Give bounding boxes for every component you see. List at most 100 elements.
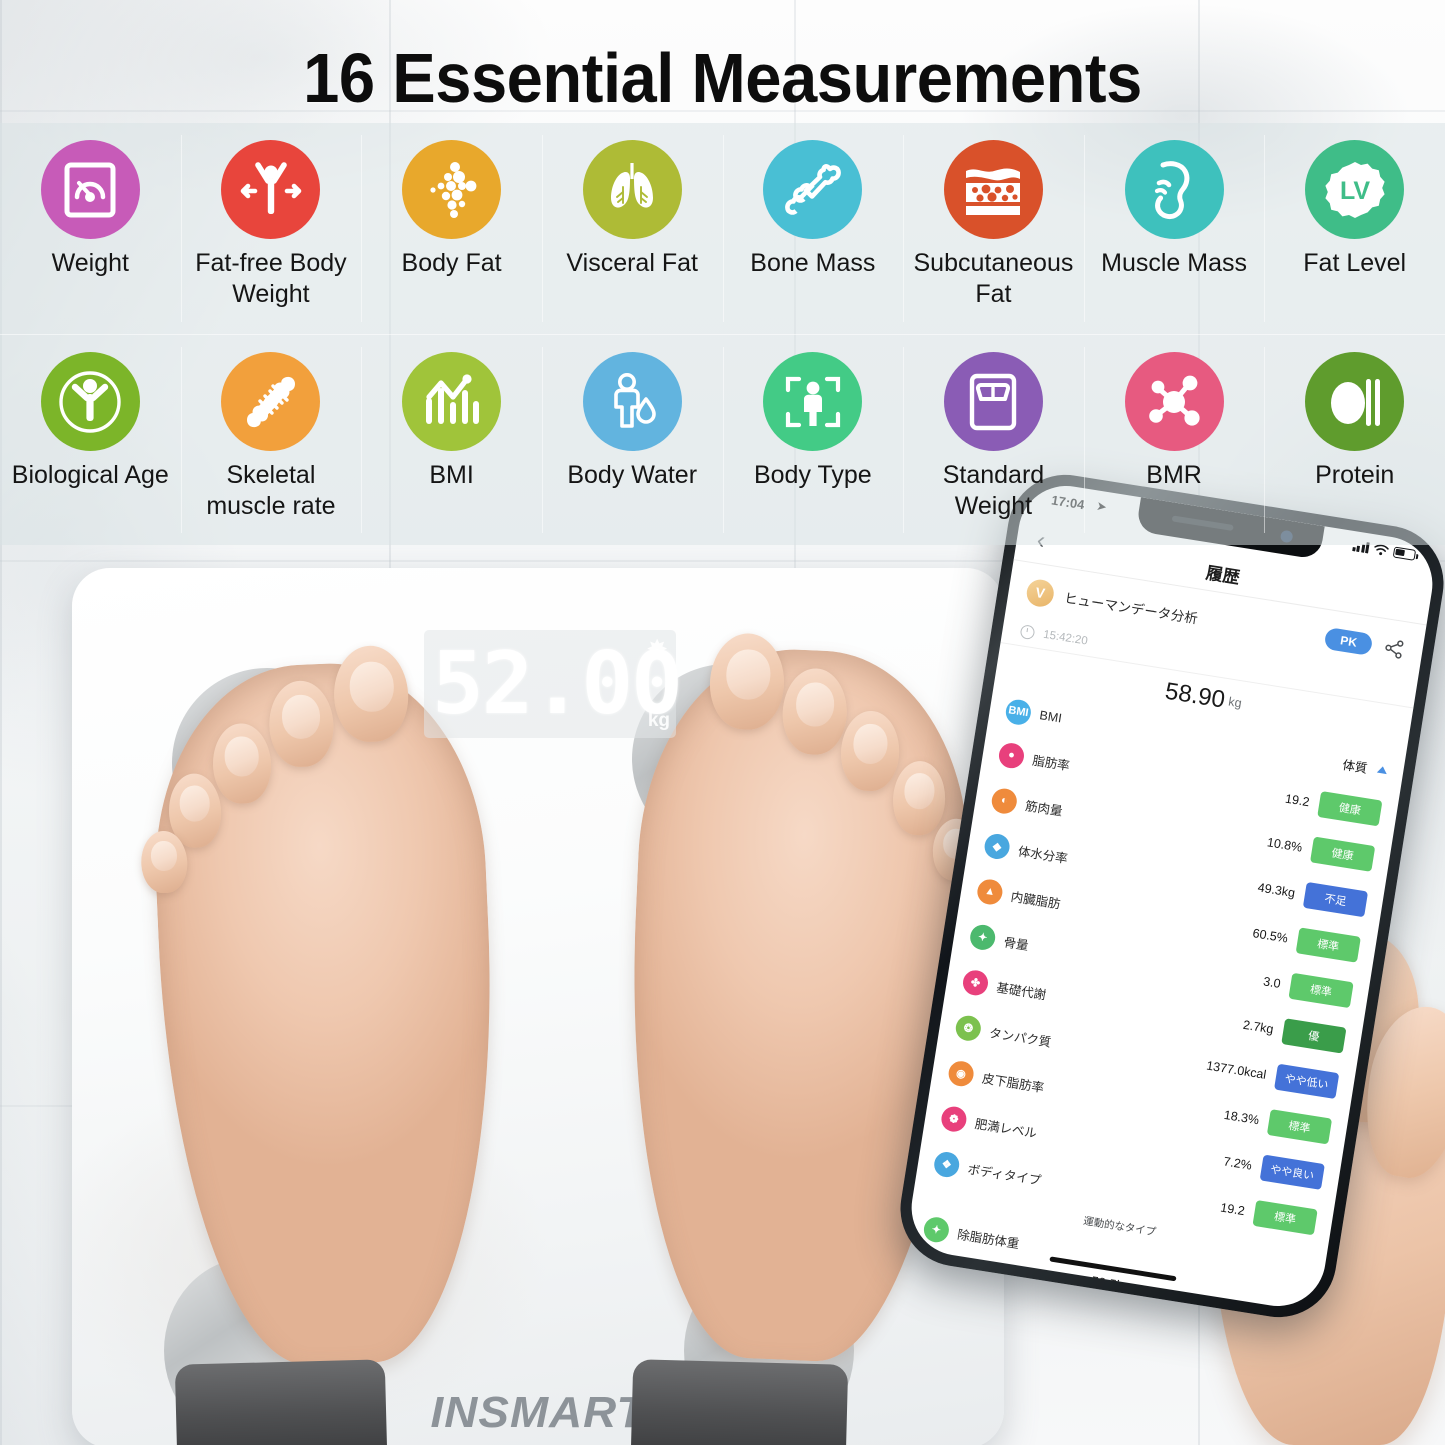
person-ring-icon [40, 352, 140, 451]
measurement-label: Bone Mass [750, 249, 876, 277]
measurement-cell: Skeletal muscle rate [180, 335, 362, 545]
row-metric-icon: ◉ [946, 1058, 976, 1088]
weight-value: 58.90 [1163, 677, 1227, 714]
row-metric-icon: ❂ [954, 1013, 983, 1043]
left-foot [139, 644, 508, 1371]
measurement-label: Biological Age [11, 461, 169, 489]
measurement-label: Muscle Mass [1101, 249, 1247, 277]
person-arrows-icon [221, 140, 321, 239]
row-value: 7.2% [1222, 1154, 1253, 1173]
row-status-badge: やや低い [1274, 1063, 1340, 1100]
row-value: 49.3kg [1256, 880, 1297, 901]
wifi-icon [1374, 544, 1389, 556]
row-value: 10.8% [1266, 835, 1304, 855]
svg-text:LV: LV [1340, 177, 1370, 205]
weight-reading: 52.00 [432, 634, 683, 734]
row-metric-icon: ✦ [968, 922, 998, 952]
row-value: 3.0 [1262, 974, 1282, 991]
measurement-label: Visceral Fat [566, 249, 698, 277]
molecule-icon [1124, 352, 1224, 451]
row-metric-icon: ✦ [922, 1214, 951, 1244]
lv-badge-icon: LV [1305, 140, 1405, 239]
bmi-icon: BMI [1004, 697, 1033, 727]
measurement-cell: Weight [0, 123, 181, 334]
row-value: 1377.0kcal [1205, 1058, 1268, 1082]
row-status-badge: 標準 [1288, 972, 1354, 1009]
battery-icon [1392, 546, 1417, 561]
measurement-cell: Body Water [541, 335, 723, 545]
person-frame-icon [763, 352, 863, 451]
fat-cells-icon [402, 140, 502, 239]
timestamp-text: 15:42:20 [1042, 628, 1089, 648]
user-avatar-icon[interactable] [1024, 577, 1056, 609]
row-status-badge: やや良い [1259, 1154, 1325, 1190]
row-value: 19.2 [1219, 1200, 1246, 1219]
measurement-label: BMR [1146, 461, 1202, 489]
row-value: 19.2 [1284, 791, 1311, 810]
row-status-badge [1243, 1273, 1306, 1293]
row-value: 2.7kg [1242, 1017, 1275, 1037]
bluetooth-icon: ✸ [646, 634, 668, 664]
measurement-label: Protein [1315, 461, 1395, 489]
page-title-heading: 16 Essential Measurements [303, 39, 1142, 117]
share-icon[interactable] [1383, 637, 1406, 660]
row-status-badge: 健康 [1309, 836, 1376, 872]
led-display-panel: 52.00 kg ✸ [424, 630, 683, 738]
weight-unit: kg [1227, 694, 1243, 711]
row-value: 60.5% [1251, 926, 1289, 946]
clock-icon [1019, 623, 1036, 640]
measurement-label: Subcutaneous Fat [913, 249, 1074, 308]
measurement-cell: LV Fat Level [1264, 123, 1445, 334]
measurements-panel: Weight Fat-free Body Weight Body Fat Vis… [0, 123, 1445, 545]
row-value: 18.3% [1222, 1107, 1261, 1128]
skin-layers-icon [943, 140, 1043, 239]
measurement-cell: Bone Mass [722, 123, 904, 334]
caret-up-icon[interactable] [1376, 765, 1388, 774]
measurement-cell: Body Type [722, 335, 904, 545]
measurement-label: Weight [51, 249, 129, 277]
weight-unit: kg [647, 710, 670, 731]
measurement-label: BMI [429, 461, 474, 489]
measurement-cell: Protein [1264, 335, 1445, 545]
measurement-label: Body Water [567, 461, 698, 489]
measurement-cell: BMR [1083, 335, 1265, 545]
bone-icon [763, 140, 863, 239]
flexed-arm-icon [1124, 140, 1224, 239]
measurement-cell: BMI [361, 335, 542, 545]
measurement-label: Skeletal muscle rate [206, 461, 336, 520]
measurement-label: Body Fat [401, 249, 502, 277]
row-metric-icon: ◆ [982, 831, 1012, 861]
measurement-cell: Muscle Mass [1083, 123, 1265, 334]
measurement-cell: Standard Weight [903, 335, 1084, 545]
row-metric-icon: ◐ [990, 786, 1019, 815]
measurement-label: Fat-free Body Weight [195, 249, 347, 308]
row-status-badge: 優 [1281, 1018, 1347, 1054]
row-status-badge: 標準 [1252, 1199, 1318, 1236]
row-status-badge: 標準 [1266, 1109, 1333, 1145]
measurement-cell: Fat-free Body Weight [180, 123, 362, 334]
measurement-label: Standard Weight [942, 461, 1045, 520]
row-metric-icon: ● [997, 740, 1026, 770]
smart-scale-photo: 52.00 kg ✸ INSMART [72, 568, 1004, 1445]
skeletal-muscle-icon [221, 352, 321, 451]
measurement-label: Fat Level [1303, 249, 1407, 277]
measurement-row-2: Biological Age Skeletal muscle rate BMI … [0, 334, 1445, 545]
row-status-badge: 健康 [1317, 791, 1383, 827]
measurement-cell: Subcutaneous Fat [903, 123, 1084, 334]
measurement-label: Body Type [753, 461, 872, 489]
pk-badge[interactable]: PK [1323, 626, 1374, 657]
measurement-cell: Visceral Fat [541, 123, 723, 334]
product-infographic: 52.00 kg ✸ INSMART 17:04 ➤ [0, 0, 1445, 1445]
measurement-row-1: Weight Fat-free Body Weight Body Fat Vis… [0, 123, 1445, 334]
egg-chopsticks-icon [1305, 352, 1405, 451]
row-status-badge: 不足 [1302, 881, 1369, 918]
trouser-cuff [174, 1359, 388, 1445]
lungs-organ-icon [582, 140, 682, 239]
weight-scale-icon [40, 140, 140, 239]
scale-device-icon [943, 352, 1043, 451]
row-metric-icon: ❁ [939, 1104, 969, 1133]
row-metric-icon: ❖ [932, 1149, 962, 1179]
row-status-badge: 標準 [1295, 927, 1361, 963]
trouser-cuff [630, 1359, 849, 1445]
row-metric-icon: ▲ [975, 877, 1005, 906]
